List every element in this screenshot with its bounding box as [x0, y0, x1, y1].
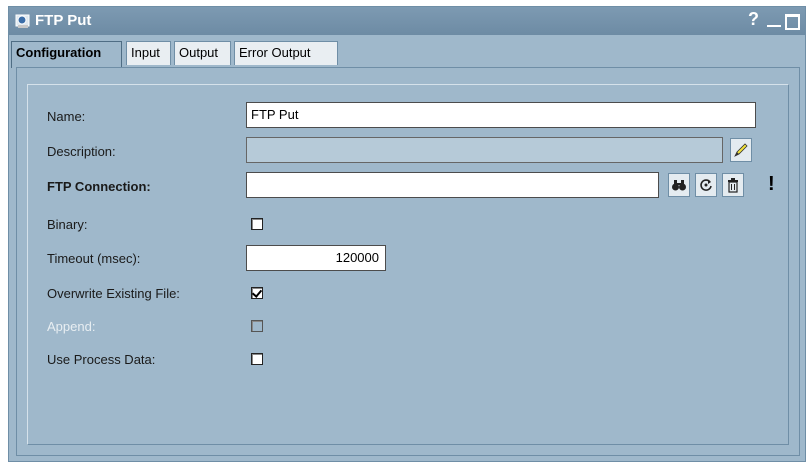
browse-connection-button[interactable] [668, 173, 690, 197]
trash-icon [728, 178, 738, 193]
ftp-put-window: FTP Put ? Configuration Input Output Err… [8, 6, 806, 462]
name-field[interactable]: FTP Put [246, 102, 756, 128]
binary-checkbox[interactable] [251, 218, 263, 230]
append-checkbox [251, 320, 263, 332]
timeout-label: Timeout (msec): [47, 251, 141, 266]
delete-connection-button[interactable] [722, 173, 744, 197]
window-title: FTP Put [35, 12, 92, 29]
maximize-icon[interactable] [785, 14, 800, 30]
ftp-app-icon [15, 14, 30, 28]
append-label: Append: [47, 319, 96, 334]
title-bar: FTP Put ? [9, 7, 805, 35]
use-process-data-label: Use Process Data: [47, 352, 156, 367]
required-marker: ! [768, 173, 775, 195]
refresh-connection-button[interactable] [695, 173, 717, 197]
edit-description-button[interactable] [730, 138, 752, 162]
pencil-icon [734, 143, 748, 157]
use-process-data-checkbox[interactable] [251, 353, 263, 365]
tab-input[interactable]: Input [126, 41, 171, 65]
overwrite-label: Overwrite Existing File: [47, 286, 180, 301]
tab-error-output[interactable]: Error Output [234, 41, 338, 65]
description-field[interactable] [246, 137, 723, 163]
tab-configuration[interactable]: Configuration [11, 41, 122, 68]
ftp-connection-field[interactable] [246, 172, 659, 198]
help-icon[interactable]: ? [748, 9, 759, 30]
overwrite-checkbox[interactable] [251, 287, 263, 299]
name-label: Name: [47, 109, 86, 124]
timeout-field[interactable]: 120000 [246, 245, 386, 271]
tab-output[interactable]: Output [174, 41, 231, 65]
ftp-connection-label: FTP Connection: [47, 179, 151, 194]
binary-label: Binary: [47, 217, 88, 232]
binoculars-icon [672, 180, 686, 191]
minimize-icon[interactable] [767, 25, 781, 27]
refresh-icon [700, 179, 712, 191]
description-label: Description: [47, 144, 116, 159]
